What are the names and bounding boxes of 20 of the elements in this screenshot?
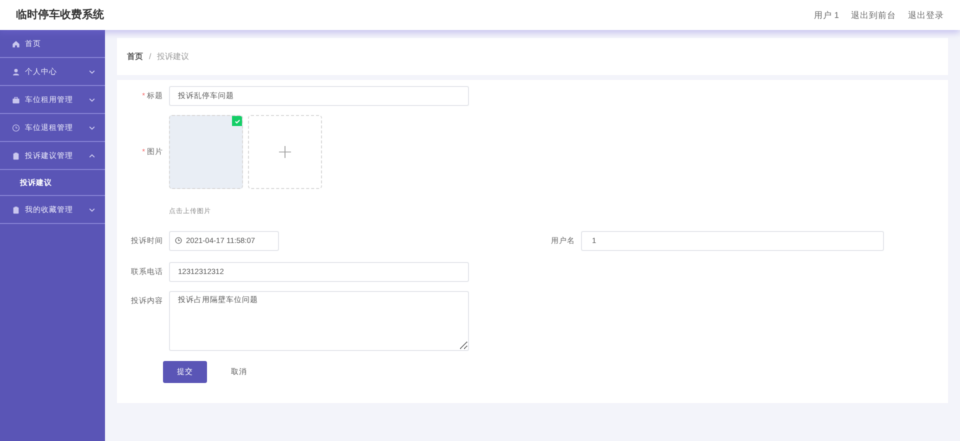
clock-icon xyxy=(175,237,182,244)
breadcrumb-separator: / xyxy=(149,50,152,62)
upload-button[interactable] xyxy=(248,115,322,189)
app-title: 临时停车收费系统 xyxy=(16,8,104,23)
chevron-icon xyxy=(89,208,95,212)
user-icon xyxy=(12,68,20,76)
breadcrumb-link[interactable]: 首页 xyxy=(127,50,143,62)
chevron-icon xyxy=(89,70,95,74)
header-link[interactable]: 退出到前台 xyxy=(851,8,896,22)
chevron-icon xyxy=(89,126,95,130)
plus-icon xyxy=(279,146,291,158)
header-link[interactable]: 退出登录 xyxy=(908,8,944,22)
clipboard-icon xyxy=(12,206,20,214)
chevron-icon xyxy=(89,98,95,102)
briefcase-icon xyxy=(12,96,20,104)
clipboard-icon xyxy=(12,152,20,160)
header-link[interactable]: 用户 1 xyxy=(814,8,839,22)
chevron-icon xyxy=(89,154,95,158)
home-icon xyxy=(12,40,20,48)
clock-icon xyxy=(12,124,20,132)
